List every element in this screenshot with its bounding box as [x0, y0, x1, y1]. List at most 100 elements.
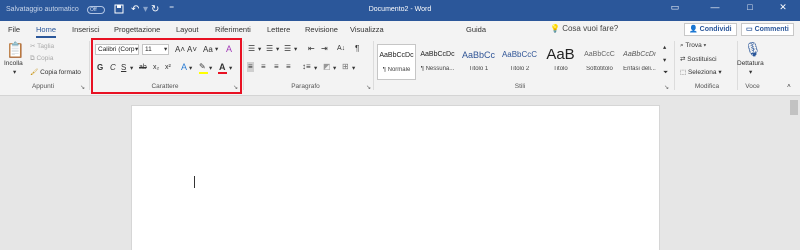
justify-icon[interactable]: ≡ [286, 62, 291, 72]
paragraph-group-label: Paragrafo [291, 83, 320, 90]
select-label: Seleziona [687, 69, 717, 76]
replace-button[interactable]: ⇄ Sostituisci [680, 55, 717, 63]
share-button[interactable]: 👤 Condividi [684, 23, 737, 36]
numbering-icon[interactable]: ☰ [266, 44, 273, 54]
document-page[interactable] [131, 105, 660, 250]
style-name: Titolo 1 [468, 66, 489, 72]
style-name: Titolo 2 [509, 66, 530, 72]
copy-label: Copia [36, 55, 54, 62]
format-painter-label: Copia formato [40, 69, 81, 76]
select-icon: ⬚ [680, 69, 688, 76]
tab-revisione[interactable]: Revisione [305, 25, 338, 34]
style-preview: AaBbCcDı [623, 51, 656, 58]
style-heading-1[interactable]: AaBbCc Titolo 1 [459, 44, 498, 80]
style-name: Titolo [553, 66, 568, 72]
editing-group-label: Modifica [694, 83, 720, 90]
borders-dropdown-icon[interactable]: ▾ [352, 64, 355, 72]
comments-button[interactable]: ▭ Commenti [741, 23, 794, 36]
style-subtitle[interactable]: AaBbCcC Sottotitolo [580, 44, 619, 80]
paintbrush-icon: 🖌 [30, 69, 39, 76]
find-button[interactable]: ⌕ Trova ▾ [680, 42, 706, 50]
close-button[interactable]: ✕ [768, 2, 798, 13]
style-preview: AaBbCc [461, 50, 496, 60]
search-placeholder: Cosa vuoi fare? [562, 24, 619, 33]
tab-inserisci[interactable]: Inserisci [72, 25, 100, 34]
clipboard-group-label: Appunti [31, 83, 55, 90]
paragraph-launcher-icon[interactable]: ↘ [366, 84, 371, 91]
multilevel-dropdown-icon[interactable]: ▾ [294, 45, 297, 53]
increase-indent-icon[interactable]: ⇥ [321, 44, 328, 54]
clipboard-launcher-icon[interactable]: ↘ [80, 84, 85, 91]
ribbon-tabs: File Home Inserisci Progettazione Layout… [0, 21, 800, 39]
divider [373, 41, 374, 90]
styles-launcher-icon[interactable]: ↘ [664, 84, 669, 91]
style-preview: AaB [546, 46, 575, 63]
style-name: ¶ Nessuna... [420, 66, 455, 72]
style-preview: AaBbCcC [501, 50, 538, 59]
paste-button[interactable]: Incolla [4, 60, 23, 67]
style-heading-2[interactable]: AaBbCcC Titolo 2 [500, 44, 539, 80]
title-bar: Salvataggio automatico Off ↶ ▾ ↻ ⁼ Docum… [0, 0, 800, 21]
comments-label: Commenti [754, 26, 789, 33]
sort-icon[interactable]: A↓ [337, 44, 345, 54]
shading-icon[interactable]: ◩ [323, 62, 331, 72]
style-subtle-emphasis[interactable]: AaBbCcDı Enfasi deli... [620, 44, 659, 80]
cut-label: Taglia [37, 43, 55, 50]
tell-me-search[interactable]: 💡 Cosa vuoi fare? [550, 24, 618, 33]
collapse-ribbon-icon[interactable]: ˄ [787, 83, 791, 90]
paste-icon[interactable]: 📋 [6, 43, 25, 59]
styles-scroll-up-icon[interactable]: ▴ [663, 43, 666, 51]
copy-button[interactable]: ⧉ Copia [30, 55, 53, 63]
styles-more-icon[interactable]: ⏷ [663, 69, 668, 77]
ribbon-display-icon[interactable]: ▭ [660, 2, 690, 13]
tab-progettazione[interactable]: Progettazione [114, 25, 160, 34]
microphone-icon[interactable]: 🎙 [744, 41, 762, 57]
lightbulb-icon: 💡 [550, 24, 560, 33]
styles-scroll-down-icon[interactable]: ▾ [663, 56, 666, 64]
numbering-dropdown-icon[interactable]: ▾ [276, 45, 279, 53]
divider [243, 41, 244, 90]
tab-layout[interactable]: Layout [176, 25, 199, 34]
shading-dropdown-icon[interactable]: ▾ [333, 64, 336, 72]
tab-riferimenti[interactable]: Riferimenti [215, 25, 251, 34]
align-center-icon[interactable]: ≡ [261, 62, 266, 72]
align-left-icon[interactable]: ≡ [247, 62, 254, 72]
style-title[interactable]: AaB Titolo [541, 44, 580, 80]
style-name: ¶ Normale [382, 67, 411, 73]
tab-file[interactable]: File [8, 25, 20, 34]
multilevel-list-icon[interactable]: ☰ [284, 44, 291, 54]
style-preview: AaBbCcDc [379, 52, 414, 59]
line-spacing-dropdown-icon[interactable]: ▾ [314, 64, 317, 72]
divider [89, 41, 90, 90]
tab-guida[interactable]: Guida [466, 25, 486, 34]
tab-visualizza[interactable]: Visualizza [350, 25, 384, 34]
share-label: Condividi [699, 26, 732, 33]
cut-button[interactable]: ✂ Taglia [30, 42, 54, 50]
maximize-button[interactable]: □ [735, 2, 765, 12]
tab-home[interactable]: Home [36, 25, 57, 38]
bullets-icon[interactable]: ☰ [248, 44, 255, 54]
replace-label: Sostituisci [687, 56, 717, 63]
select-button[interactable]: ⬚ Seleziona ▾ [680, 68, 722, 76]
style-name: Sottotitolo [586, 66, 613, 72]
styles-group-label: Stili [514, 83, 526, 90]
decrease-indent-icon[interactable]: ⇤ [308, 44, 315, 54]
line-spacing-icon[interactable]: ↕≡ [302, 62, 311, 72]
font-group-highlight [91, 38, 242, 94]
style-preview: AaBbCcC [584, 51, 615, 58]
paste-dropdown-icon[interactable]: ▾ [13, 68, 16, 76]
dictate-dropdown-icon[interactable]: ▾ [749, 68, 752, 76]
vertical-scrollbar[interactable] [790, 100, 798, 115]
align-right-icon[interactable]: ≡ [274, 62, 279, 72]
borders-icon[interactable]: ⊞ [342, 62, 349, 72]
minimize-button[interactable]: — [700, 2, 730, 12]
style-no-spacing[interactable]: AaBbCcDc ¶ Nessuna... [418, 44, 457, 80]
comment-icon: ▭ [746, 26, 753, 33]
tab-lettere[interactable]: Lettere [267, 25, 290, 34]
format-painter-button[interactable]: 🖌 Copia formato [30, 68, 81, 76]
show-formatting-icon[interactable]: ¶ [355, 44, 359, 54]
style-preview: AaBbCcDc [420, 51, 455, 58]
dictate-button[interactable]: Dettatura [737, 60, 764, 67]
style-normal[interactable]: AaBbCcDc ¶ Normale [377, 44, 416, 80]
bullets-dropdown-icon[interactable]: ▾ [258, 45, 261, 53]
